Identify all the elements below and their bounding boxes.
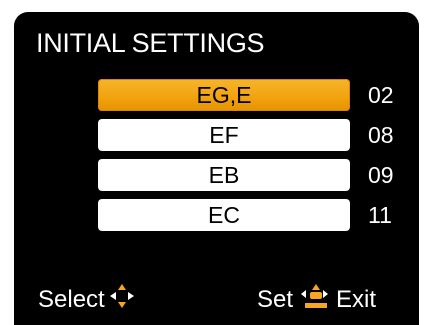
option-ef[interactable]: EF xyxy=(98,119,350,151)
exit-label: Exit xyxy=(336,286,377,313)
set-exit-dpad-icon xyxy=(299,282,333,318)
screen-title: INITIAL SETTINGS xyxy=(36,28,265,58)
four-way-arrows-icon xyxy=(108,283,136,317)
option-eg-e-value: 02 xyxy=(368,82,394,108)
option-ec-value: 11 xyxy=(368,202,392,228)
set-label: Set xyxy=(257,286,294,313)
option-ec[interactable]: EC xyxy=(98,199,350,231)
option-eg-e[interactable]: EG,E xyxy=(98,79,350,111)
select-label: Select xyxy=(38,286,105,313)
select-hint: Select xyxy=(38,283,136,317)
camera-menu-screen: INITIAL SETTINGS EG,E 02 EF 08 EB 09 EC … xyxy=(14,12,419,325)
option-eb-value: 09 xyxy=(368,162,394,188)
option-eb[interactable]: EB xyxy=(98,159,350,191)
set-exit-hint: Set Exit xyxy=(257,282,377,318)
option-ef-value: 08 xyxy=(368,122,394,148)
